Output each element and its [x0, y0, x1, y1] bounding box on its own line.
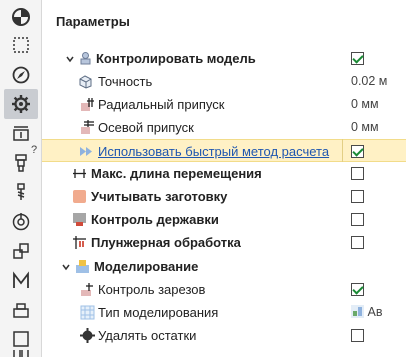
row-label: Моделирование: [94, 259, 199, 274]
accuracy-value[interactable]: 0.02 м: [351, 70, 387, 93]
simulation-icon: [75, 259, 90, 274]
row-fast-method[interactable]: Использовать быстрый метод расчета: [42, 139, 406, 162]
axial-allowance-value[interactable]: 0 мм: [351, 116, 379, 139]
axial-allowance-icon: [80, 120, 95, 135]
row-consider-stock[interactable]: Учитывать заготовку: [42, 185, 406, 208]
target-icon[interactable]: [4, 207, 38, 237]
row-label[interactable]: Использовать быстрый метод расчета: [98, 140, 329, 163]
help-mark[interactable]: ?: [31, 144, 37, 156]
row-gouge-check[interactable]: Контроль зарезов: [42, 278, 406, 301]
spindle-icon[interactable]: [4, 177, 38, 207]
dashed-rect-icon[interactable]: [4, 30, 38, 60]
check-model-checkbox[interactable]: [351, 52, 364, 65]
row-simulation-type[interactable]: Тип моделирования Ав: [42, 301, 406, 324]
simulation-type-value: Ав: [367, 305, 383, 319]
row-label: Контролировать модель: [96, 51, 256, 66]
row-radial-allowance[interactable]: Радиальный припуск 0 мм: [42, 93, 406, 116]
row-label: Контроль зарезов: [98, 282, 206, 297]
radial-allowance-icon: [80, 97, 95, 112]
stock-icon: [72, 189, 87, 204]
row-label: Макс. длина перемещения: [91, 166, 262, 181]
row-label: Осевой припуск: [98, 120, 194, 135]
auto-mode-icon: [351, 305, 364, 318]
row-simulation-group[interactable]: Моделирование: [42, 255, 406, 278]
compass-icon[interactable]: [4, 60, 38, 90]
settings-panel: Параметры Контролировать модель Точность…: [42, 0, 406, 357]
row-check-model[interactable]: Контролировать модель: [42, 47, 406, 70]
model-icon: [78, 51, 93, 66]
fast-method-checkbox[interactable]: [351, 145, 364, 158]
sim-type-icon: [80, 305, 95, 320]
row-remove-residuals[interactable]: Удалять остатки: [42, 324, 406, 347]
row-plunge-machining[interactable]: Плунжерная обработка: [42, 231, 406, 254]
row-axial-allowance[interactable]: Осевой припуск 0 мм: [42, 116, 406, 139]
fast-forward-icon: [79, 144, 94, 159]
row-holder-check[interactable]: Контроль державки: [42, 208, 406, 231]
row-max-move-length[interactable]: Макс. длина перемещения: [42, 162, 406, 185]
row-label: Радиальный припуск: [98, 97, 225, 112]
blocks-icon[interactable]: [4, 236, 38, 266]
left-toolbar: [0, 0, 42, 357]
row-label: Плунжерная обработка: [91, 235, 241, 250]
collapse-chevron-icon[interactable]: [64, 47, 76, 70]
row-label: Тип моделирования: [98, 305, 219, 320]
accuracy-icon: [78, 74, 93, 89]
simulation-type-select[interactable]: Ав: [351, 301, 382, 324]
pie-chart-icon[interactable]: [4, 2, 38, 32]
max-move-length-checkbox[interactable]: [351, 167, 364, 180]
row-label: Точность: [98, 74, 153, 89]
collapse-chevron-icon[interactable]: [60, 255, 72, 278]
gouge-icon: [80, 282, 95, 297]
gear-icon[interactable]: [4, 89, 38, 119]
column-divider: [342, 139, 343, 162]
remove-residuals-checkbox[interactable]: [351, 329, 364, 342]
gouge-check-checkbox[interactable]: [351, 283, 364, 296]
columns-icon[interactable]: [4, 350, 38, 357]
m-icon[interactable]: [4, 266, 38, 296]
row-label: Удалять остатки: [98, 328, 197, 343]
consider-stock-checkbox[interactable]: [351, 190, 364, 203]
holder-icon: [72, 212, 87, 227]
panel-title: Параметры: [56, 14, 130, 29]
row-label: Учитывать заготовку: [91, 189, 228, 204]
row-label: Контроль державки: [91, 212, 219, 227]
app-window: Параметры Контролировать модель Точность…: [0, 0, 406, 357]
remove-icon: [80, 328, 95, 343]
plunge-icon: [72, 235, 87, 250]
holder-check-checkbox[interactable]: [351, 213, 364, 226]
row-accuracy[interactable]: Точность 0.02 м: [42, 70, 406, 93]
layers-icon[interactable]: [4, 295, 38, 325]
plunge-machining-checkbox[interactable]: [351, 236, 364, 249]
radial-allowance-value[interactable]: 0 мм: [351, 93, 379, 116]
move-length-icon: [72, 166, 87, 181]
